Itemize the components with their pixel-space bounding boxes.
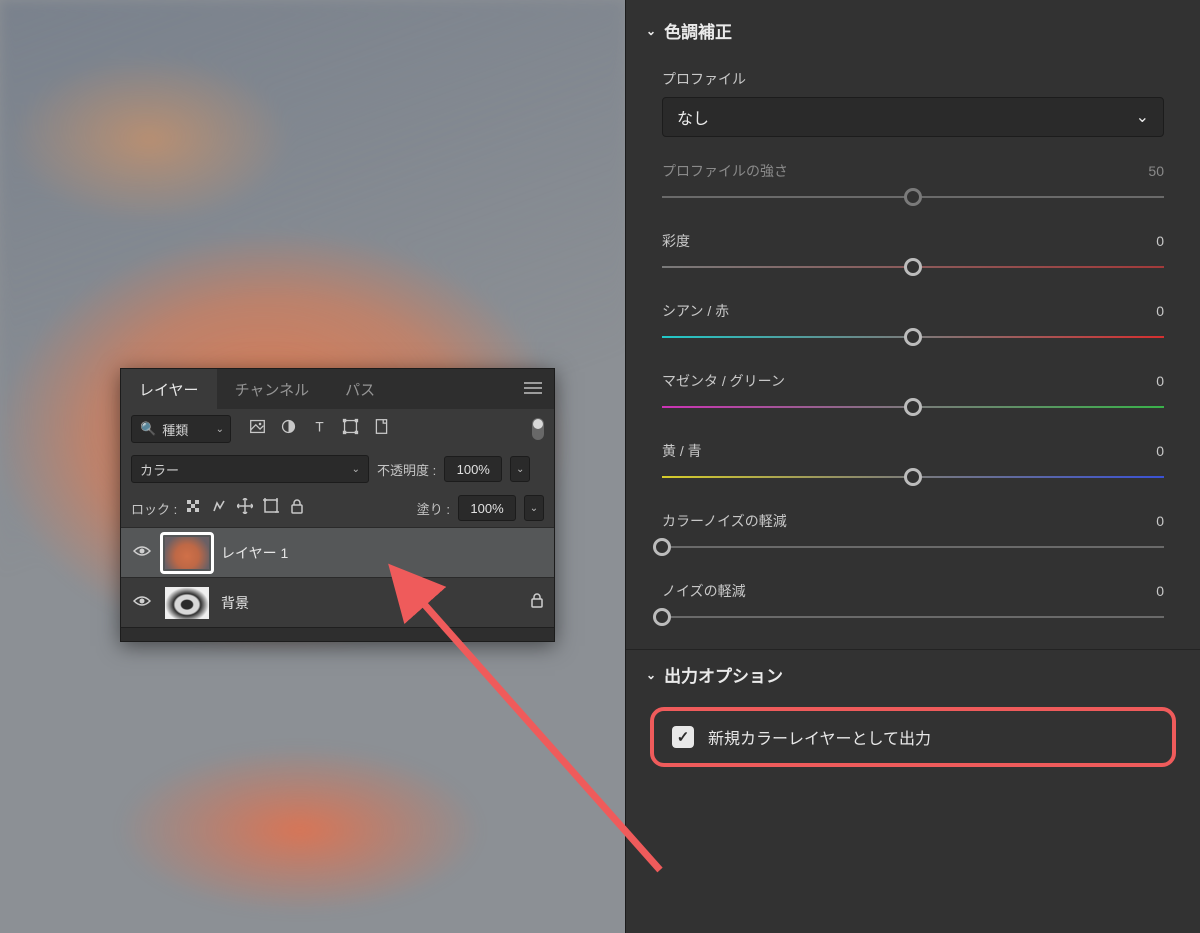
- lock-position-icon[interactable]: [237, 498, 253, 519]
- section-title: 出力オプション: [664, 662, 783, 687]
- slider-label: シアン / 赤: [662, 301, 729, 321]
- slider-value: 0: [1156, 443, 1164, 459]
- slider-label: 彩度: [662, 231, 690, 251]
- fill-flyout[interactable]: ⌄: [524, 495, 544, 521]
- lock-icon: [530, 592, 544, 613]
- slider-cyan_red[interactable]: [662, 327, 1164, 347]
- slider-handle[interactable]: [904, 258, 922, 276]
- output-highlight-box: ✓ 新規カラーレイヤーとして出力: [650, 707, 1176, 767]
- lock-transparent-icon[interactable]: [185, 498, 201, 519]
- slider-row-yellow_blue: 黄 / 青 0: [662, 441, 1164, 461]
- layer-name: レイヤー 1: [221, 543, 288, 563]
- slider-label: プロファイルの強さ: [662, 161, 788, 181]
- slider-magenta_green[interactable]: [662, 397, 1164, 417]
- profile-value: なし: [677, 105, 709, 129]
- opacity-input[interactable]: 100%: [444, 456, 502, 482]
- layer-item[interactable]: レイヤー 1: [121, 527, 554, 577]
- slider-row-noise: ノイズの軽減 0: [662, 581, 1164, 601]
- slider-handle[interactable]: [904, 328, 922, 346]
- slider-label: ノイズの軽減: [662, 581, 746, 601]
- output-new-layer-checkbox[interactable]: ✓: [672, 726, 694, 748]
- filter-toggle[interactable]: [532, 418, 544, 440]
- slider-value: 0: [1156, 513, 1164, 529]
- output-checkbox-label: 新規カラーレイヤーとして出力: [708, 725, 931, 749]
- layer-thumbnail[interactable]: [163, 535, 211, 571]
- slider-row-saturation: 彩度 0: [662, 231, 1164, 251]
- panel-tabs: レイヤー チャンネル パス: [121, 369, 554, 409]
- layer-name: 背景: [221, 593, 249, 613]
- lock-row: ロック : 塗り : 100% ⌄: [121, 489, 554, 527]
- blend-mode-value: カラー: [140, 460, 179, 479]
- search-icon: 🔍: [140, 421, 156, 437]
- visibility-toggle[interactable]: [131, 544, 153, 562]
- slider-row-cyan_red: シアン / 赤 0: [662, 301, 1164, 321]
- slider-row-color_noise: カラーノイズの軽減 0: [662, 511, 1164, 531]
- smartobj-filter-icon[interactable]: [373, 418, 390, 440]
- filter-kind-label: 種類: [162, 420, 188, 439]
- slider-handle[interactable]: [904, 468, 922, 486]
- slider-value: 0: [1156, 583, 1164, 599]
- layers-panel: レイヤー チャンネル パス 🔍 種類 ⌄ T: [120, 368, 555, 642]
- opacity-flyout[interactable]: ⌄: [510, 456, 530, 482]
- slider-profile-strength-row: プロファイルの強さ 50: [662, 161, 1164, 181]
- panel-footer: [121, 627, 554, 641]
- chevron-down-icon: ⌄: [646, 668, 656, 682]
- properties-sidebar: ⌄ 色調補正 プロファイル なし ⌄ プロファイルの強さ 50 彩度0シアン /…: [625, 0, 1200, 933]
- lock-all-icon[interactable]: [289, 498, 305, 519]
- lock-artboard-icon[interactable]: [263, 498, 279, 519]
- section-output-options[interactable]: ⌄ 出力オプション: [626, 654, 1200, 695]
- slider-handle[interactable]: [653, 608, 671, 626]
- filter-kind-select[interactable]: 🔍 種類 ⌄: [131, 415, 231, 443]
- layer-thumbnail[interactable]: [163, 585, 211, 621]
- slider-yellow_blue[interactable]: [662, 467, 1164, 487]
- slider-label: 黄 / 青: [662, 441, 702, 461]
- lock-icons: [185, 498, 305, 519]
- slider-value: 0: [1156, 373, 1164, 389]
- slider-color_noise[interactable]: [662, 537, 1164, 557]
- svg-text:T: T: [315, 420, 323, 435]
- slider-handle[interactable]: [653, 538, 671, 556]
- layer-list: レイヤー 1 背景: [121, 527, 554, 627]
- filter-icons: T: [249, 418, 390, 440]
- layer-item[interactable]: 背景: [121, 577, 554, 627]
- fill-input[interactable]: 100%: [458, 495, 516, 521]
- panel-menu-button[interactable]: [512, 379, 554, 400]
- blend-row: カラー ⌄ 不透明度 : 100% ⌄: [121, 449, 554, 489]
- image-filter-icon[interactable]: [249, 418, 266, 440]
- blend-mode-select[interactable]: カラー ⌄: [131, 455, 369, 483]
- chevron-down-icon: ⌄: [646, 24, 656, 38]
- tab-layers[interactable]: レイヤー: [121, 369, 217, 409]
- slider-handle: [904, 188, 922, 206]
- slider-label: カラーノイズの軽減: [662, 511, 787, 531]
- chevron-down-icon: ⌄: [1136, 107, 1149, 127]
- slider-profile-strength: [662, 187, 1164, 207]
- slider-label: マゼンタ / グリーン: [662, 371, 785, 391]
- text-filter-icon[interactable]: T: [311, 418, 328, 440]
- filter-row: 🔍 種類 ⌄ T: [121, 409, 554, 449]
- profile-label: プロファイル: [662, 69, 1164, 89]
- slider-noise[interactable]: [662, 607, 1164, 627]
- tab-paths[interactable]: パス: [327, 369, 393, 409]
- fill-label: 塗り :: [417, 499, 450, 518]
- section-title: 色調補正: [664, 18, 732, 43]
- opacity-label: 不透明度 :: [377, 460, 436, 479]
- slider-handle[interactable]: [904, 398, 922, 416]
- slider-value: 0: [1156, 303, 1164, 319]
- profile-select[interactable]: なし ⌄: [662, 97, 1164, 137]
- slider-track-line: [662, 546, 1164, 548]
- adjustment-filter-icon[interactable]: [280, 418, 297, 440]
- visibility-toggle[interactable]: [131, 594, 153, 612]
- slider-saturation[interactable]: [662, 257, 1164, 277]
- chevron-down-icon: ⌄: [216, 424, 224, 435]
- lock-image-icon[interactable]: [211, 498, 227, 519]
- section-color-correction[interactable]: ⌄ 色調補正: [626, 10, 1200, 51]
- slider-track-line: [662, 616, 1164, 618]
- slider-value: 0: [1156, 233, 1164, 249]
- slider-value: 50: [1148, 163, 1164, 179]
- tab-channels[interactable]: チャンネル: [217, 369, 328, 409]
- chevron-down-icon: ⌄: [352, 464, 360, 475]
- shape-filter-icon[interactable]: [342, 418, 359, 440]
- slider-row-magenta_green: マゼンタ / グリーン 0: [662, 371, 1164, 391]
- lock-label: ロック :: [131, 499, 177, 518]
